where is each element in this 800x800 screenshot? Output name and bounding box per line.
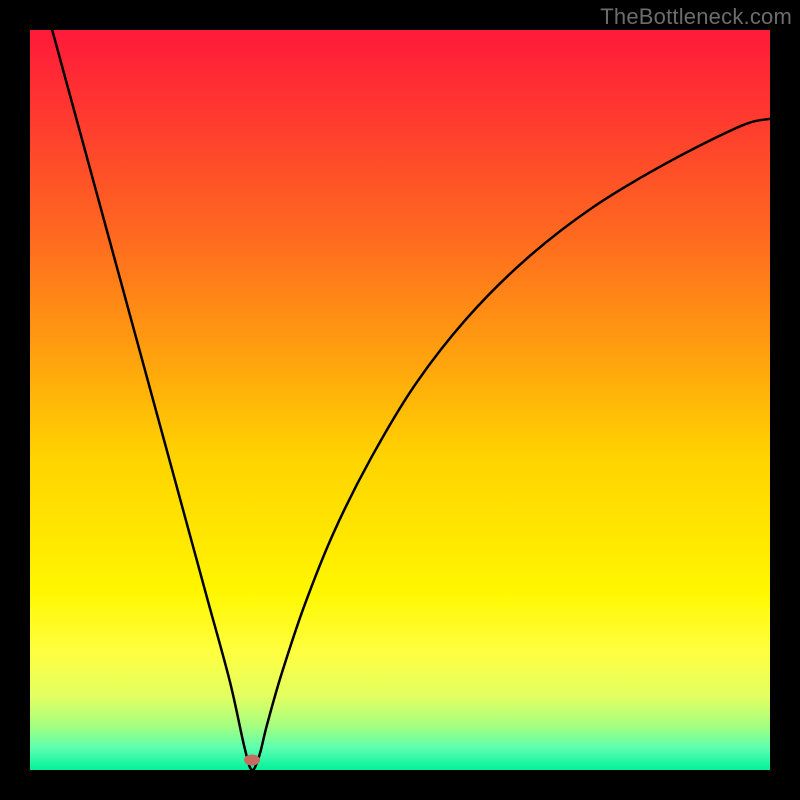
chart-frame: TheBottleneck.com	[0, 0, 800, 800]
curve-svg	[30, 30, 770, 770]
plot-area	[30, 30, 770, 770]
minimum-marker	[244, 754, 260, 765]
watermark-text: TheBottleneck.com	[600, 4, 792, 30]
bottleneck-curve	[52, 30, 770, 770]
